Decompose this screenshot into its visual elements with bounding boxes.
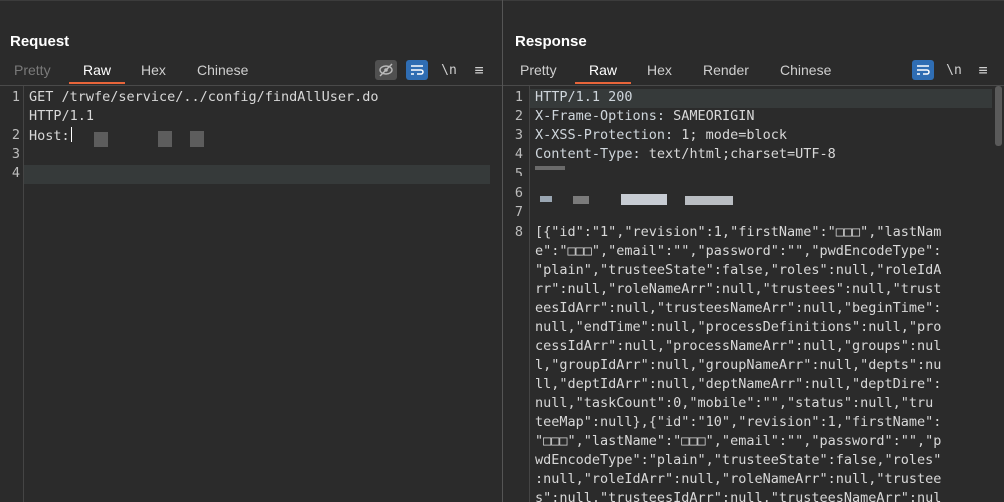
header-key: X-Frame-Options: (535, 108, 666, 124)
header-value: text/html;charset=UTF-8 (640, 146, 836, 162)
response-line-gutter: 1 2 3 4 5 6 7 8 (503, 86, 530, 502)
response-body-line: l,"groupIdArr":null,"groupNameArr":null,… (535, 357, 942, 373)
redacted-block (685, 196, 733, 205)
response-body-line: :null,"roleIdArr":null,"roleNameArr":nul… (535, 471, 942, 487)
response-body-line: eesIdArr":null,"trusteesNameArr":null,"b… (535, 300, 942, 316)
status-line: HTTP/1.1 200 (535, 89, 633, 105)
header-key: HTTP/1.1 200 (535, 89, 633, 105)
response-body-line: "plain","trusteeState":false,"roles":nul… (535, 262, 942, 278)
request-line-gutter: 1 2 3 4 (0, 86, 24, 502)
vertical-scrollbar[interactable] (995, 86, 1002, 146)
redacted-block (621, 194, 667, 205)
response-panel: Response Pretty Raw Hex Render Chinese \… (503, 0, 1004, 502)
line-number: 2 (11, 127, 20, 143)
header-key: X-XSS-Protection: (535, 127, 674, 143)
host-header: Host: (29, 128, 70, 144)
response-title: Response (515, 33, 587, 50)
redacted-block (540, 196, 552, 202)
response-body-line: ll,"deptIdArr":null,"deptNameArr":null,"… (535, 376, 942, 392)
text-cursor (70, 127, 72, 142)
hide-nonprintable-icon[interactable] (375, 60, 397, 80)
response-body-line: "□□□","lastName":"□□□","email":"","passw… (535, 433, 942, 449)
request-title: Request (10, 33, 70, 50)
request-line: Host: (29, 127, 72, 144)
tab-pretty[interactable]: Pretty (14, 62, 51, 82)
line-number: 8 (514, 224, 523, 240)
tab-hex[interactable]: Hex (647, 62, 672, 82)
response-body-line: null,"endTime":null,"processDefinitions"… (535, 319, 942, 335)
line-number: 3 (514, 127, 523, 143)
request-line: HTTP/1.1 (29, 108, 95, 124)
redacted-block (535, 166, 565, 170)
redacted-block (94, 132, 108, 147)
response-body-line: rr":null,"roleNameArr":null,"trustees":n… (535, 281, 942, 297)
header-value: 1; mode=block (673, 127, 787, 143)
menu-icon[interactable]: ≡ (468, 60, 490, 80)
line-number: 6 (514, 185, 523, 201)
tab-pretty[interactable]: Pretty (520, 62, 557, 82)
header-key: Content-Type: (535, 146, 641, 162)
line-number: 1 (514, 89, 523, 105)
response-editor[interactable]: 1 2 3 4 5 6 7 8 HTTP/1.1 200 X-Frame-Opt… (503, 86, 1004, 502)
response-body-line: teeMap":null},{"id":"10","revision":1,"f… (535, 414, 942, 430)
line-number: 4 (514, 146, 523, 162)
word-wrap-icon[interactable] (912, 60, 934, 80)
line-number: 3 (11, 146, 20, 162)
request-tab-bar: Pretty Raw Hex Chinese \n ≡ (0, 60, 502, 86)
response-body-line: [{"id":"1","revision":1,"firstName":"□□□… (535, 224, 942, 240)
tab-raw[interactable]: Raw (69, 62, 126, 84)
redacted-block (158, 131, 172, 147)
line-number: 7 (514, 204, 523, 220)
tab-raw[interactable]: Raw (575, 62, 632, 84)
response-body-line: e":"□□□","email":"","password":"","pwdEn… (535, 243, 942, 259)
redacted-block (573, 196, 589, 204)
newline-toggle[interactable]: \n (438, 60, 460, 80)
response-body-line: s":null,"trusteesIdArr":null,"trusteesNa… (535, 490, 942, 502)
request-panel: Request Pretty Raw Hex Chinese \n ≡ 1 2 … (0, 0, 503, 502)
newline-toggle[interactable]: \n (943, 60, 965, 80)
response-body-line: null,"taskCount":0,"mobile":"","status":… (535, 395, 934, 411)
word-wrap-icon[interactable] (406, 60, 428, 80)
panel-top-divider (0, 0, 502, 6)
response-tab-bar: Pretty Raw Hex Render Chinese \n ≡ (503, 60, 1004, 86)
line-number: 2 (514, 108, 523, 124)
current-line-highlight (24, 165, 490, 184)
tab-render[interactable]: Render (703, 62, 749, 82)
header-line: X-XSS-Protection: 1; mode=block (535, 127, 787, 143)
line-number: 4 (11, 165, 20, 181)
menu-icon[interactable]: ≡ (972, 60, 994, 80)
tab-hex[interactable]: Hex (141, 62, 166, 82)
request-editor[interactable]: 1 2 3 4 GET /trwfe/service/../config/fin… (0, 86, 502, 502)
tab-chinese[interactable]: Chinese (780, 62, 831, 82)
header-value: SAMEORIGIN (665, 108, 755, 124)
response-body-line: cessIdArr":null,"processNameArr":null,"g… (535, 338, 942, 354)
header-line: Content-Type: text/html;charset=UTF-8 (535, 146, 836, 162)
tab-chinese[interactable]: Chinese (197, 62, 248, 82)
response-body-line: wdEncodeType":"plain","trusteeState":fal… (535, 452, 942, 468)
request-line: GET /trwfe/service/../config/findAllUser… (29, 89, 379, 105)
line-number: 1 (11, 89, 20, 105)
line-number: 5 (514, 166, 523, 176)
header-line: X-Frame-Options: SAMEORIGIN (535, 108, 754, 124)
panel-top-divider (503, 0, 1004, 6)
redacted-block (190, 131, 204, 147)
